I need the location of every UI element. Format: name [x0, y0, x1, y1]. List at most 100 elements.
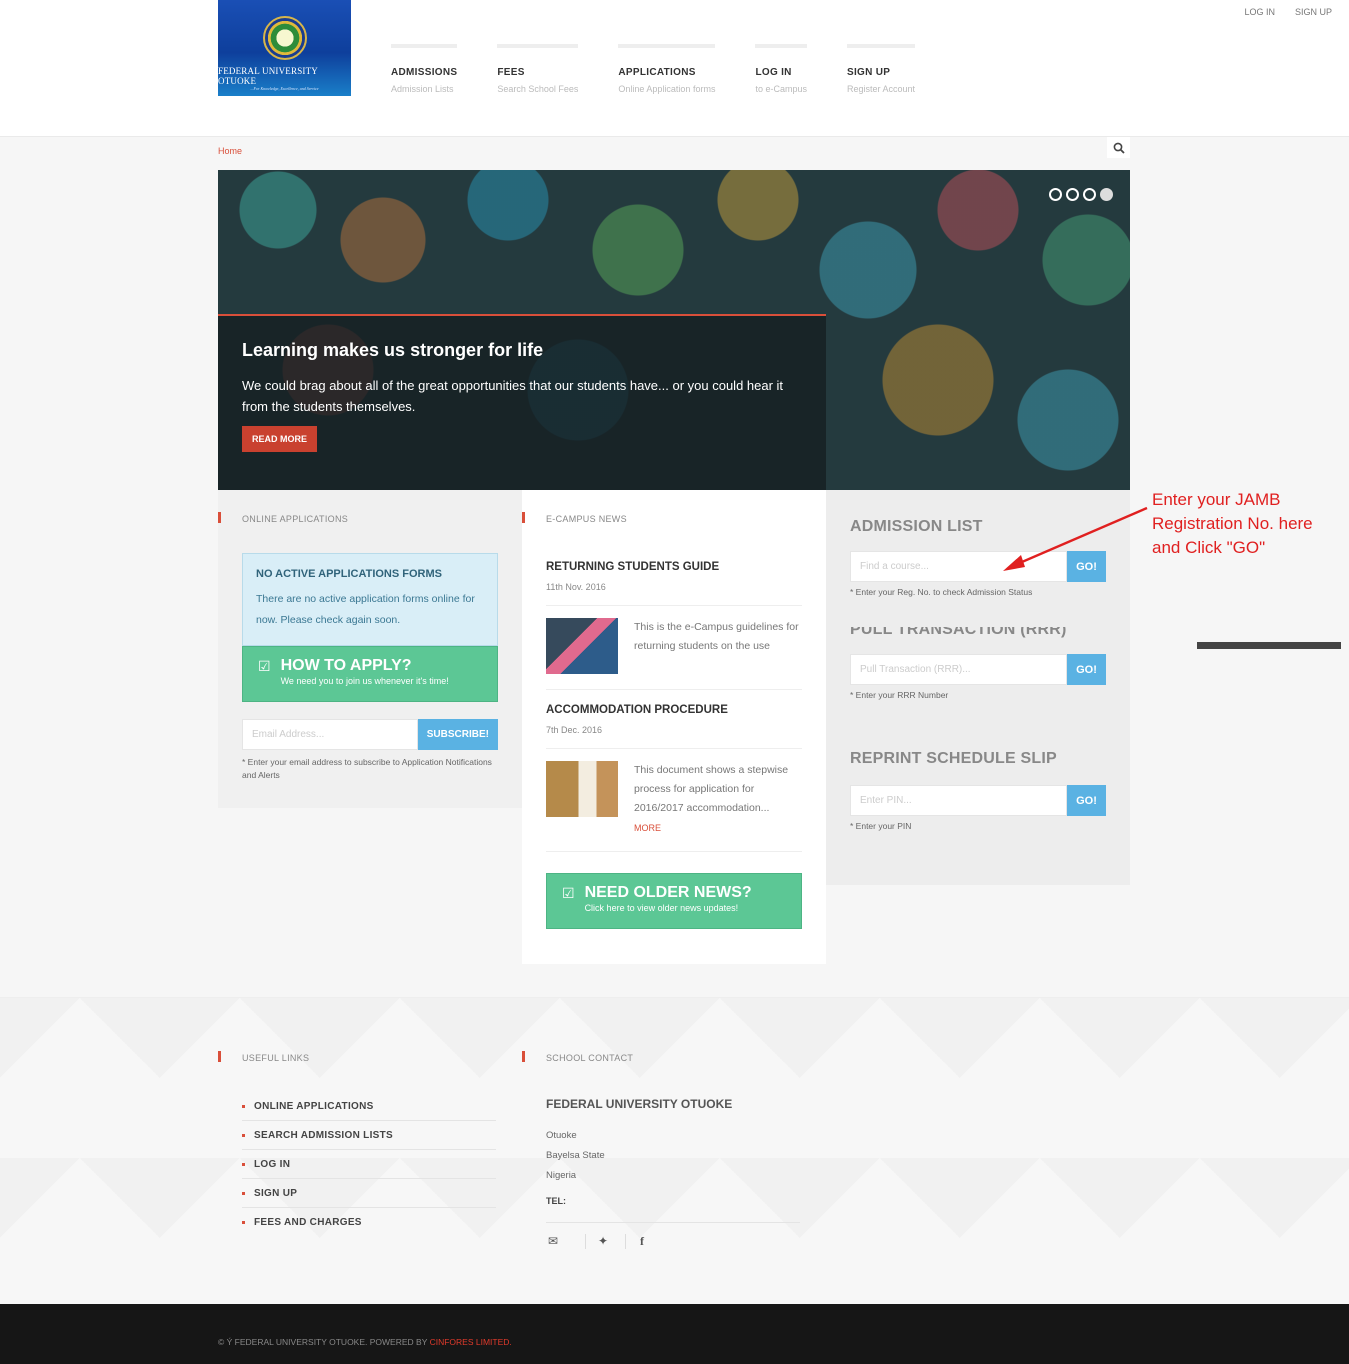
nav-applications-sub: Online Application forms	[618, 84, 716, 94]
news-thumbnail[interactable]	[546, 761, 618, 817]
useful-links-title: USEFUL LINKS	[218, 1051, 496, 1063]
read-more-button[interactable]: READ MORE	[242, 426, 318, 452]
annotation-arrow-icon	[1003, 506, 1148, 571]
slider-dot-4[interactable]	[1100, 188, 1113, 201]
transaction-input[interactable]	[850, 654, 1067, 685]
ecampus-news-title: E-CAMPUS NEWS	[522, 512, 802, 524]
search-icon	[1113, 142, 1125, 154]
breadcrumb-home[interactable]: Home	[218, 146, 242, 156]
reprint-slip-title: REPRINT SCHEDULE SLIP	[850, 750, 1057, 767]
alert-text: There are no active application forms on…	[256, 593, 475, 626]
address-line: Bayelsa State	[546, 1150, 605, 1161]
bottom-bar: © Ý FEDERAL UNIVERSITY OTUOKE. POWERED B…	[0, 1304, 1349, 1364]
news-thumbnail[interactable]	[546, 618, 618, 674]
footer-link-signup[interactable]: SIGN UP	[242, 1179, 496, 1208]
online-applications-title: ONLINE APPLICATIONS	[218, 512, 498, 524]
contact-name: FEDERAL UNIVERSITY OTUOKE	[546, 1097, 733, 1111]
online-applications-panel: ONLINE APPLICATIONS NO ACTIVE APPLICATIO…	[218, 490, 522, 808]
useful-links: USEFUL LINKS ONLINE APPLICATIONS SEARCH …	[218, 1051, 496, 1236]
hero-title: Learning makes us stronger for life	[242, 340, 544, 360]
slider-dot-2[interactable]	[1066, 188, 1079, 201]
nav-applications-label: APPLICATIONS	[618, 67, 696, 78]
older-news-button[interactable]: ☑ NEED OLDER NEWS? Click here to view ol…	[546, 873, 802, 929]
nav-admissions[interactable]: ADMISSIONS Admission Lists	[391, 44, 458, 94]
address-line: Otuoke	[546, 1130, 577, 1141]
how-to-apply-button[interactable]: ☑ HOW TO APPLY? We need you to join us w…	[242, 646, 498, 702]
nav-fees-label: FEES	[497, 67, 525, 78]
news-title-accommodation[interactable]: ACCOMMODATION PROCEDURE	[546, 704, 802, 716]
nav-signup-sub: Register Account	[846, 84, 916, 94]
jamb-instruction-annotation: Enter your JAMB Registration No. here an…	[1152, 488, 1313, 560]
news-title-returning[interactable]: RETURNING STUDENTS GUIDE	[546, 561, 802, 573]
search-button[interactable]	[1107, 137, 1130, 158]
nav-admissions-sub: Admission Lists	[391, 84, 454, 94]
slider-dots	[1049, 188, 1113, 201]
reprint-note: * Enter your PIN	[850, 821, 912, 831]
top-login-link[interactable]: LOG IN	[1244, 7, 1275, 17]
news-date: 7th Dec. 2016	[546, 725, 603, 735]
older-news-label: NEED OLDER NEWS?	[584, 884, 752, 901]
annotation-line-1: Enter your JAMB	[1152, 490, 1281, 509]
news-excerpt: This is the e-Campus guidelines for retu…	[634, 621, 799, 652]
top-signup-link[interactable]: SIGN UP	[1295, 7, 1332, 17]
reprint-go-button[interactable]: GO!	[1067, 785, 1106, 816]
logo-tagline: ...For Knowledge, Excellence, and Servic…	[250, 86, 319, 91]
twitter-icon[interactable]: ✦	[586, 1234, 626, 1249]
subscribe-button[interactable]: SUBSCRIBE!	[417, 719, 498, 750]
school-contact-title: SCHOOL CONTACT	[522, 1051, 800, 1063]
nav-fees[interactable]: FEES Search School Fees	[497, 44, 579, 94]
pull-transaction-title: PULL TRANSACTION (RRR)	[850, 627, 1067, 638]
transaction-go-button[interactable]: GO!	[1067, 654, 1106, 685]
top-links: LOG IN SIGN UP	[1244, 7, 1332, 17]
email-input[interactable]	[242, 719, 418, 750]
slider-dot-3[interactable]	[1083, 188, 1096, 201]
copyright: © Ý FEDERAL UNIVERSITY OTUOKE. POWERED B…	[218, 1337, 512, 1347]
ecampus-news-panel: E-CAMPUS NEWS RETURNING STUDENTS GUIDE 1…	[522, 490, 826, 964]
university-seal-icon	[262, 16, 307, 60]
checkbox-icon: ☑	[258, 658, 271, 674]
pin-input[interactable]	[850, 785, 1067, 816]
footer-links-list: ONLINE APPLICATIONS SEARCH ADMISSION LIS…	[242, 1092, 496, 1236]
powered-by-link[interactable]: CINFORES LIMITED.	[430, 1337, 512, 1347]
subscribe-note: * Enter your email address to subscribe …	[242, 757, 492, 780]
nav-signup[interactable]: SIGN UP Register Account	[846, 44, 916, 94]
slider-dot-1[interactable]	[1049, 188, 1062, 201]
social-icons: ✉ ✦ f	[546, 1222, 800, 1249]
news-item: This document shows a stepwise process f…	[546, 748, 802, 852]
news-date: 11th Nov. 2016	[546, 582, 606, 592]
hero-text: We could brag about all of the great opp…	[242, 378, 784, 414]
annotation-line-2: Registration No. here	[1152, 514, 1313, 533]
news-more-link[interactable]: MORE	[634, 823, 661, 833]
nav-admissions-label: ADMISSIONS	[391, 67, 458, 78]
email-icon[interactable]: ✉	[546, 1234, 586, 1249]
hero-caption: Learning makes us stronger for life We c…	[218, 314, 826, 490]
how-to-apply-label: HOW TO APPLY?	[280, 657, 412, 674]
footer-link-search-admission[interactable]: SEARCH ADMISSION LISTS	[242, 1121, 496, 1150]
footer-link-fees[interactable]: FEES AND CHARGES	[242, 1208, 496, 1236]
annotation-line-3: and Click "GO"	[1152, 538, 1266, 557]
no-applications-alert: NO ACTIVE APPLICATIONS FORMS There are n…	[242, 553, 498, 646]
nav-login-sub: to e-Campus	[755, 84, 807, 94]
university-logo[interactable]: FEDERAL UNIVERSITY OTUOKE ...For Knowled…	[218, 0, 351, 96]
nav-applications[interactable]: APPLICATIONS Online Application forms	[618, 44, 716, 94]
transaction-note: * Enter your RRR Number	[850, 690, 949, 700]
footer: USEFUL LINKS ONLINE APPLICATIONS SEARCH …	[0, 997, 1349, 1304]
checkbox-icon: ☑	[562, 885, 575, 901]
how-to-apply-sub: We need you to join us whenever it's tim…	[280, 676, 449, 686]
reprint-form: GO!	[850, 785, 1106, 816]
transaction-form: GO!	[850, 654, 1106, 685]
footer-link-login[interactable]: LOG IN	[242, 1150, 496, 1179]
news-item: This is the e-Campus guidelines for retu…	[546, 605, 802, 690]
nav-login[interactable]: LOG IN to e-Campus	[755, 44, 807, 94]
facebook-icon[interactable]: f	[626, 1234, 666, 1249]
news-excerpt: This document shows a stepwise process f…	[634, 764, 789, 814]
footer-link-online-applications[interactable]: ONLINE APPLICATIONS	[242, 1092, 496, 1121]
tel-label: TEL:	[546, 1196, 566, 1206]
site-header: LOG IN SIGN UP FEDERAL UNIVERSITY OTUOKE…	[0, 0, 1349, 137]
logo-name: FEDERAL UNIVERSITY OTUOKE	[218, 66, 318, 86]
copyright-text: © Ý FEDERAL UNIVERSITY OTUOKE. POWERED B…	[218, 1337, 430, 1347]
hero-slider: Learning makes us stronger for life We c…	[218, 170, 1130, 490]
nav-login-label: LOG IN	[755, 67, 792, 78]
older-news-sub: Click here to view older news updates!	[584, 903, 739, 913]
side-tab[interactable]	[1197, 642, 1341, 649]
